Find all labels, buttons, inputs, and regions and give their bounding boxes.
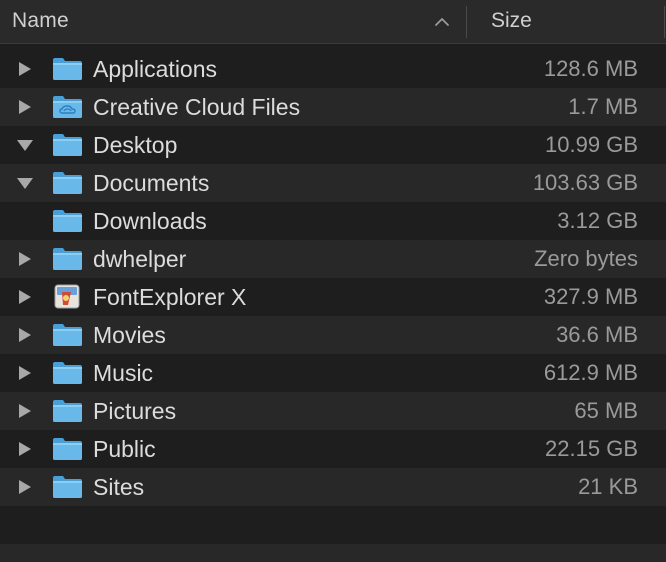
file-size: 10.99 GB <box>545 132 638 157</box>
disclosure-triangle-right-icon[interactable] <box>16 99 34 115</box>
empty-row <box>0 506 666 544</box>
disclosure-triangle-down-icon[interactable] <box>16 175 34 191</box>
file-row[interactable]: Applications 128.6 MB <box>0 50 666 88</box>
file-name: Downloads <box>93 208 207 234</box>
disclosure-triangle-right-icon[interactable] <box>16 327 34 343</box>
file-row[interactable]: Creative Cloud Files 1.7 MB <box>0 88 666 126</box>
disclosure-triangle-right-icon[interactable] <box>16 61 34 77</box>
file-size: 3.12 GB <box>557 208 638 233</box>
file-size: 22.15 GB <box>545 436 638 461</box>
folder-icon <box>53 58 82 80</box>
disclosure-triangle-right-icon[interactable] <box>16 365 34 381</box>
file-name: FontExplorer X <box>93 284 247 310</box>
disclosure-triangle-right-icon[interactable] <box>16 441 34 457</box>
file-size: 128.6 MB <box>543 56 638 81</box>
fontexplorer-app-icon <box>54 284 80 309</box>
disclosure-triangle-right-icon[interactable] <box>16 479 34 495</box>
file-row[interactable]: Documents 103.63 GB <box>0 164 666 202</box>
file-size: 65 MB <box>574 398 638 423</box>
file-size: 36.6 MB <box>556 322 638 347</box>
file-name: dwhelper <box>93 246 187 272</box>
finder-list-view: Name Size Applications 128.6 MB Creative C… <box>0 0 666 562</box>
file-row[interactable]: Sites 21 KB <box>0 468 666 506</box>
file-size: 21 KB <box>578 474 638 499</box>
file-name: Creative Cloud Files <box>93 94 301 120</box>
disclosure-triangle-right-icon[interactable] <box>16 251 34 267</box>
name-column-header[interactable]: Name <box>0 0 466 44</box>
name-column-label: Name <box>12 9 69 32</box>
folder-icon <box>53 362 82 384</box>
folder-icon <box>53 248 82 270</box>
folder-icon <box>53 324 82 346</box>
column-divider-right[interactable] <box>664 6 665 38</box>
file-row[interactable]: Public 22.15 GB <box>0 430 666 468</box>
file-name: Pictures <box>93 398 177 424</box>
file-size: 327.9 MB <box>543 284 638 309</box>
folder-icon <box>53 400 82 422</box>
folder-icon <box>53 476 82 498</box>
folder-icon <box>53 210 82 232</box>
file-row[interactable]: dwhelper Zero bytes <box>0 240 666 278</box>
file-row[interactable]: Music 612.9 MB <box>0 354 666 392</box>
folder-icon <box>53 438 82 460</box>
file-size: 1.7 MB <box>568 94 638 119</box>
file-name: Applications <box>93 56 218 82</box>
size-column-header[interactable]: Size <box>467 0 666 44</box>
size-column-label: Size <box>491 9 532 32</box>
folder-icon <box>53 172 82 194</box>
empty-row <box>0 544 666 562</box>
file-list: Applications 128.6 MB Creative Cloud Files… <box>0 50 666 562</box>
file-name: Music <box>93 360 154 386</box>
file-name: Documents <box>93 170 210 196</box>
disclosure-triangle-right-icon[interactable] <box>16 403 34 419</box>
chevron-up-icon <box>435 18 449 26</box>
file-size: 612.9 MB <box>543 360 638 385</box>
file-name: Desktop <box>93 132 178 158</box>
file-row[interactable]: Movies 36.6 MB <box>0 316 666 354</box>
file-name: Sites <box>93 474 145 500</box>
file-row[interactable]: Desktop 10.99 GB <box>0 126 666 164</box>
file-row[interactable]: FontExplorer X 327.9 MB <box>0 278 666 316</box>
file-row[interactable]: Downloads 3.12 GB <box>0 202 666 240</box>
file-name: Movies <box>93 322 166 348</box>
file-row[interactable]: Pictures 65 MB <box>0 392 666 430</box>
file-size: Zero bytes <box>534 246 638 271</box>
column-header-bar: Name Size <box>0 0 666 44</box>
file-size: 103.63 GB <box>532 170 638 195</box>
file-name: Public <box>93 436 156 462</box>
disclosure-triangle-right-icon[interactable] <box>16 289 34 305</box>
folder-icon <box>53 134 82 156</box>
disclosure-triangle-down-icon[interactable] <box>16 137 34 153</box>
creative-cloud-folder-icon <box>53 96 82 118</box>
